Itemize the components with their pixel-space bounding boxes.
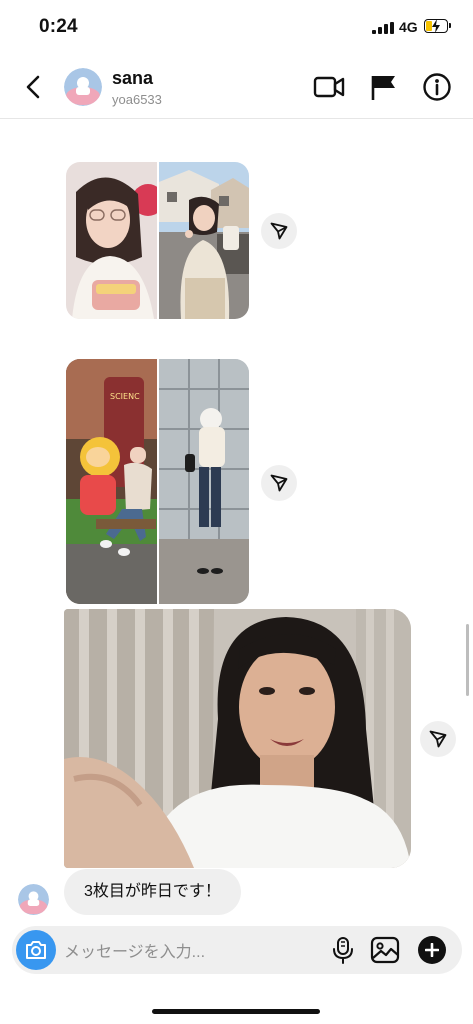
contact-avatar[interactable] bbox=[64, 68, 102, 106]
contact-name[interactable]: sana bbox=[112, 68, 153, 89]
shared-photo[interactable] bbox=[66, 162, 157, 319]
contact-handle: yoa6533 bbox=[112, 92, 162, 107]
gallery-button[interactable] bbox=[370, 936, 400, 964]
report-button[interactable] bbox=[367, 70, 401, 104]
battery-icon bbox=[424, 19, 451, 33]
back-button[interactable] bbox=[20, 70, 48, 104]
back-chevron-icon bbox=[26, 75, 40, 99]
info-icon bbox=[423, 73, 451, 101]
status-bar: 0:24 4G bbox=[0, 0, 473, 54]
share-button[interactable] bbox=[261, 213, 297, 249]
share-button[interactable] bbox=[261, 465, 297, 501]
scrollbar[interactable] bbox=[466, 624, 469, 696]
svg-text:SCIENC: SCIENC bbox=[110, 392, 140, 401]
shared-photo[interactable] bbox=[159, 359, 249, 604]
plus-icon bbox=[425, 943, 439, 957]
shared-photo[interactable] bbox=[159, 162, 249, 319]
message-input[interactable]: メッセージを入力... bbox=[64, 938, 205, 962]
chat-header: sana yoa6533 bbox=[0, 56, 473, 119]
home-indicator[interactable] bbox=[152, 1009, 320, 1014]
video-call-icon bbox=[313, 76, 345, 98]
camera-icon bbox=[26, 941, 46, 959]
contact-avatar[interactable] bbox=[18, 884, 49, 915]
gallery-icon bbox=[370, 936, 400, 964]
info-button[interactable] bbox=[420, 70, 454, 104]
microphone-button[interactable] bbox=[330, 936, 356, 964]
message-bubble[interactable]: 3枚目が昨日です！ bbox=[64, 869, 241, 915]
message-composer: メッセージを入力... bbox=[12, 926, 462, 974]
shared-photo[interactable] bbox=[64, 609, 411, 868]
share-icon bbox=[429, 730, 447, 748]
camera-button[interactable] bbox=[16, 930, 56, 970]
share-icon bbox=[270, 474, 288, 492]
signal-icon bbox=[372, 22, 394, 34]
add-button[interactable] bbox=[418, 936, 446, 964]
share-icon bbox=[270, 222, 288, 240]
share-button[interactable] bbox=[420, 721, 456, 757]
status-time: 0:24 bbox=[39, 16, 78, 37]
flag-icon bbox=[371, 76, 395, 100]
shared-photo[interactable]: SCIENC bbox=[66, 359, 157, 604]
video-call-button[interactable] bbox=[312, 70, 346, 104]
microphone-icon bbox=[333, 937, 353, 964]
network-type: 4G bbox=[399, 19, 418, 35]
